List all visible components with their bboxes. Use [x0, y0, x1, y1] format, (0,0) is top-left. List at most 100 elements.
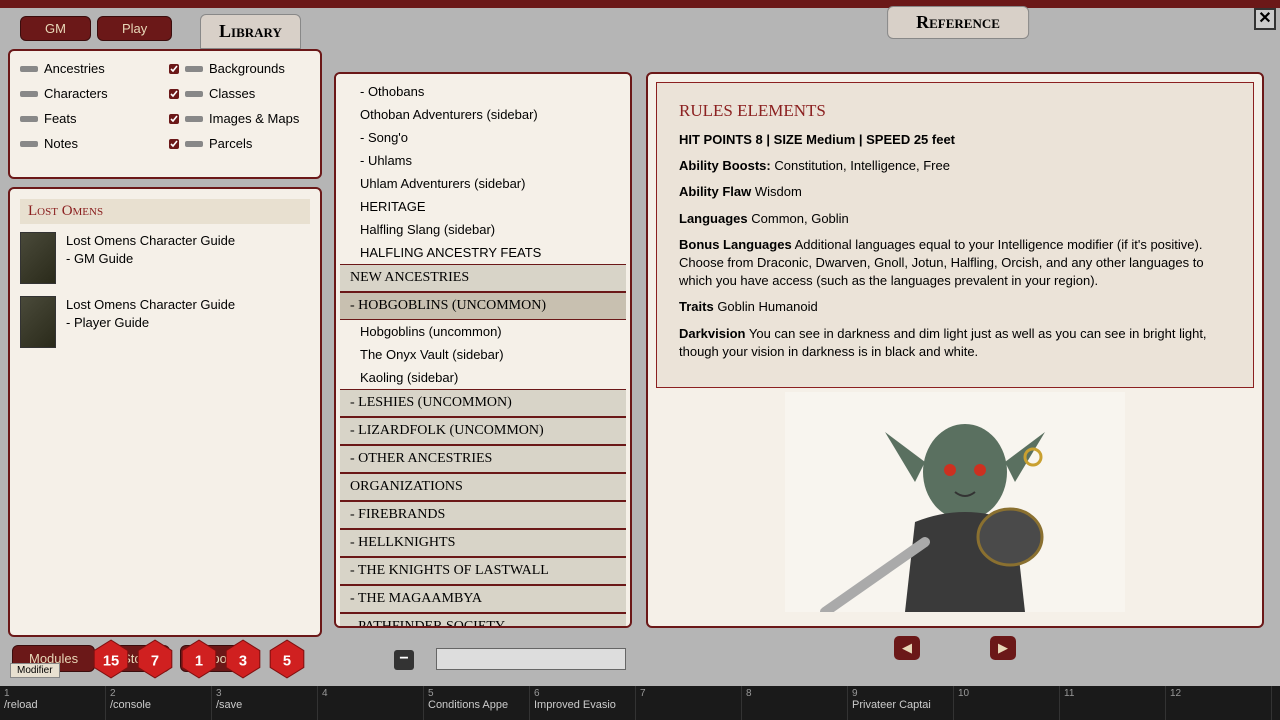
hotbar-slot[interactable]: 2/console [106, 686, 212, 720]
category-item[interactable]: Parcels [169, 136, 310, 151]
toc-item[interactable]: HALFLING ANCESTRY FEATS [340, 241, 626, 264]
book-item[interactable]: Lost Omens Character Guide- Player Guide [20, 296, 310, 348]
book-item[interactable]: Lost Omens Character Guide- GM Guide [20, 232, 310, 284]
slot-number: 7 [640, 688, 737, 699]
die-icon[interactable]: 5 [266, 638, 308, 680]
book-title: Lost Omens Character Guide [66, 296, 235, 314]
category-item[interactable]: Backgrounds [169, 61, 310, 76]
hotbar[interactable]: 1/reload2/console3/save45Conditions Appe… [0, 686, 1280, 720]
slot-number: 10 [958, 688, 1055, 699]
boosts-label: Ability Boosts: [679, 158, 771, 173]
slot-number: 2 [110, 688, 207, 699]
hotbar-slot[interactable]: 8 [742, 686, 848, 720]
svg-text:5: 5 [283, 653, 291, 669]
library-tab[interactable]: Library [200, 14, 301, 49]
hotbar-slot[interactable]: 3/save [212, 686, 318, 720]
flaw-value: Wisdom [755, 184, 802, 199]
die-icon[interactable]: 7 [134, 638, 176, 680]
dice-tray[interactable]: 1571 3 5 [90, 638, 308, 680]
hotbar-slot[interactable]: 6Improved Evasio [530, 686, 636, 720]
category-label: Images & Maps [209, 111, 299, 126]
toc-item[interactable]: ORGANIZATIONS [340, 473, 626, 501]
hotbar-slot[interactable]: 10 [954, 686, 1060, 720]
die-icon[interactable]: 3 [222, 638, 264, 680]
chat-input[interactable] [436, 648, 626, 670]
book-subtitle: - GM Guide [66, 250, 235, 268]
boosts-value: Constitution, Intelligence, Free [774, 158, 950, 173]
checkbox-icon[interactable] [169, 64, 179, 74]
drag-icon[interactable] [185, 66, 203, 72]
drag-icon[interactable] [185, 141, 203, 147]
die-icon[interactable]: 15 [90, 638, 132, 680]
category-item[interactable]: Characters [20, 86, 161, 101]
hotbar-slot[interactable]: 7 [636, 686, 742, 720]
flaw-label: Ability Flaw [679, 184, 751, 199]
gm-button[interactable]: GM [20, 16, 91, 41]
svg-text:3: 3 [239, 653, 247, 669]
hotbar-slot[interactable]: 9Privateer Captai [848, 686, 954, 720]
drag-icon[interactable] [20, 141, 38, 147]
toc-item[interactable]: - Song'o [340, 126, 626, 149]
toc-item[interactable]: - THE MAGAAMBYA [340, 585, 626, 613]
category-label: Classes [209, 86, 255, 101]
toc-item[interactable]: - LESHIES (UNCOMMON) [340, 389, 626, 417]
hotbar-slot[interactable]: 5Conditions Appe [424, 686, 530, 720]
toc-item[interactable]: Hobgoblins (uncommon) [340, 320, 626, 343]
toc-item[interactable]: Othoban Adventurers (sidebar) [340, 103, 626, 126]
category-item[interactable]: Images & Maps [169, 111, 310, 126]
play-button[interactable]: Play [97, 16, 172, 41]
toc-item[interactable]: - FIREBRANDS [340, 501, 626, 529]
toc-item[interactable]: Kaoling (sidebar) [340, 366, 626, 389]
toc-item[interactable]: Uhlam Adventurers (sidebar) [340, 172, 626, 195]
minus-icon[interactable]: − [394, 650, 414, 670]
slot-number: 1 [4, 688, 101, 699]
toc-item[interactable]: - LIZARDFOLK (UNCOMMON) [340, 417, 626, 445]
category-item[interactable]: Ancestries [20, 61, 161, 76]
slot-number: 11 [1064, 688, 1161, 699]
dark-value: You can see in darkness and dim light ju… [679, 326, 1207, 359]
toc-item[interactable]: - PATHFINDER SOCIETY [340, 613, 626, 628]
prev-icon[interactable]: ◀ [894, 636, 920, 660]
toc-item[interactable]: - THE KNIGHTS OF LASTWALL [340, 557, 626, 585]
drag-icon[interactable] [20, 66, 38, 72]
drag-icon[interactable] [185, 91, 203, 97]
drag-icon[interactable] [20, 91, 38, 97]
lang-value: Common, Goblin [751, 211, 849, 226]
slot-number: 5 [428, 688, 525, 699]
stat-line: HIT POINTS 8 | SIZE Medium | SPEED 25 fe… [679, 132, 955, 147]
toc-item[interactable]: - OTHER ANCESTRIES [340, 445, 626, 473]
category-item[interactable]: Classes [169, 86, 310, 101]
slot-label: Privateer Captai [852, 699, 949, 711]
slot-label: /console [110, 699, 207, 711]
toc-item[interactable]: HERITAGE [340, 195, 626, 218]
toc-item[interactable]: - HELLKNIGHTS [340, 529, 626, 557]
reference-tab[interactable]: Reference [887, 6, 1029, 39]
modifier-label[interactable]: Modifier [10, 663, 60, 678]
close-icon[interactable]: ✕ [1254, 8, 1276, 30]
category-panel: Ancestries Backgrounds Characters Classes Fe… [8, 49, 322, 179]
hotbar-slot[interactable]: 11 [1060, 686, 1166, 720]
illustration [656, 392, 1254, 612]
toc-panel[interactable]: - OthobansOthoban Adventurers (sidebar)-… [334, 72, 632, 628]
category-item[interactable]: Feats [20, 111, 161, 126]
checkbox-icon[interactable] [169, 89, 179, 99]
hotbar-slot[interactable]: 12 [1166, 686, 1272, 720]
drag-icon[interactable] [20, 116, 38, 122]
hotbar-slot[interactable]: 1/reload [0, 686, 106, 720]
category-item[interactable]: Notes [20, 136, 161, 151]
checkbox-icon[interactable] [169, 114, 179, 124]
next-icon[interactable]: ▶ [990, 636, 1016, 660]
drag-icon[interactable] [185, 116, 203, 122]
toc-item[interactable]: - Othobans [340, 80, 626, 103]
toc-item[interactable]: Halfling Slang (sidebar) [340, 218, 626, 241]
toc-item[interactable]: - Uhlams [340, 149, 626, 172]
slot-label: /reload [4, 699, 101, 711]
die-icon[interactable]: 1 [178, 638, 220, 680]
hotbar-slot[interactable]: 4 [318, 686, 424, 720]
toc-item[interactable]: NEW ANCESTRIES [340, 264, 626, 292]
toc-item[interactable]: - HOBGOBLINS (UNCOMMON) [340, 292, 626, 320]
toc-item[interactable]: The Onyx Vault (sidebar) [340, 343, 626, 366]
category-label: Parcels [209, 136, 252, 151]
book-subtitle: - Player Guide [66, 314, 235, 332]
checkbox-icon[interactable] [169, 139, 179, 149]
